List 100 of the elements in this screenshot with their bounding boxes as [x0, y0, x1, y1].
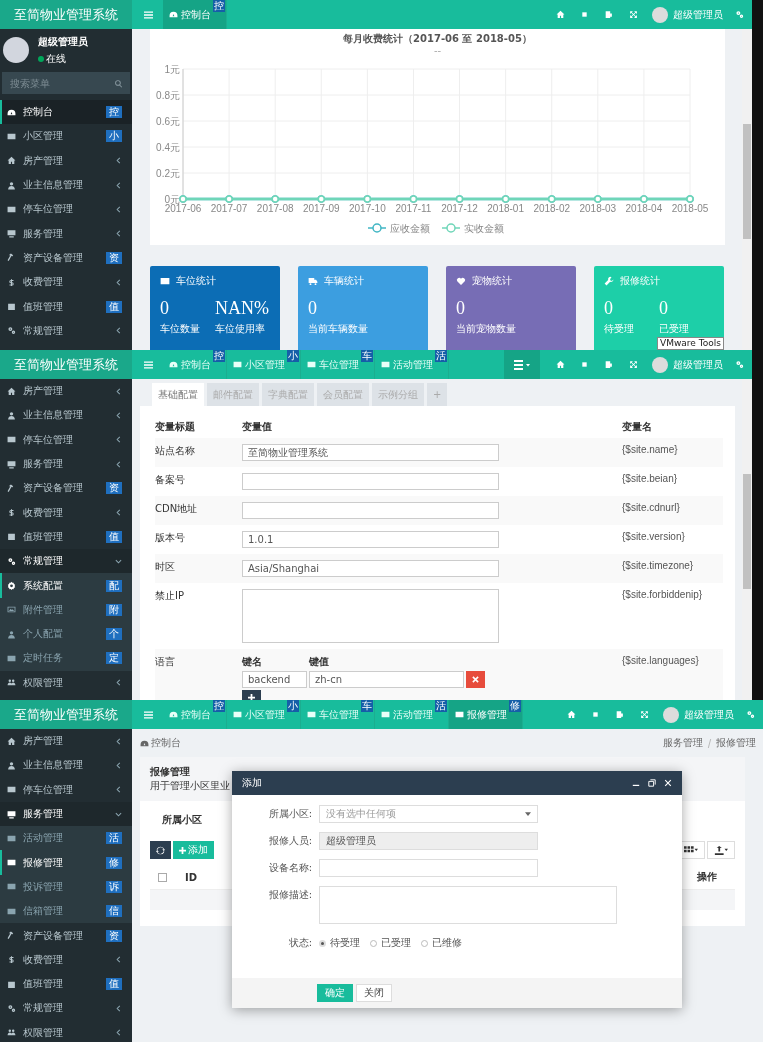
menu-item[interactable]: 值班管理 值 [0, 524, 132, 550]
submenu-item[interactable]: 附件管理 附 [0, 597, 132, 622]
input-field[interactable]: Asia/Shanghai [242, 560, 499, 577]
menu-item[interactable]: 常规管理 [0, 996, 132, 1021]
radio-option[interactable]: 已受理 [370, 934, 411, 952]
menu-label: 权限管理 [23, 675, 64, 690]
stat-value: 0 [160, 298, 170, 318]
menu-label: 系统配置 [23, 578, 64, 593]
table-cell-text: {$site.name} [622, 443, 679, 457]
field-label: 报修人员: [267, 834, 313, 848]
filter-label: 所属小区 [162, 813, 202, 827]
submenu-item[interactable]: 个人配置 个 [0, 621, 132, 647]
menu-badge: 活 [106, 832, 122, 845]
nav-tab[interactable]: 报修管理 修 [449, 700, 523, 729]
input-field[interactable]: backend [242, 671, 307, 688]
menu-badge: 值 [106, 530, 122, 543]
menu-item[interactable]: 值班管理 值 [0, 294, 132, 319]
menu-label: 服务管理 [23, 226, 64, 241]
input-field[interactable]: 至简物业管理系统 [242, 444, 499, 461]
menu-item[interactable]: 常规管理 [0, 318, 132, 343]
page-title: 报修管理 [150, 765, 190, 779]
stat-label: 待受理 [604, 322, 635, 336]
stat-title: 报修统计 [620, 274, 660, 288]
stat-label: 车位使用率 [215, 322, 266, 336]
menu-label: 值班管理 [23, 977, 64, 992]
menu-item[interactable]: 业主信息管理 [0, 172, 132, 198]
menu-item[interactable]: 服务管理 [0, 451, 132, 477]
menu-label: 收费管理 [23, 275, 64, 290]
menu-label: 控制台 [23, 105, 54, 120]
menu-badge: 附 [106, 603, 122, 616]
menu-item[interactable]: 常规管理 [0, 549, 132, 574]
menu-item[interactable]: 服务管理 [0, 221, 132, 246]
column-header: 变量值 [242, 420, 273, 434]
axis-label: 0.6元 [156, 115, 180, 127]
column-header: 键名 [242, 655, 263, 669]
menu-item[interactable]: 控制台 控 [0, 100, 132, 125]
menu-label: 业主信息管理 [23, 408, 84, 423]
menu-label: 业主信息管理 [23, 178, 84, 193]
menu-item[interactable]: 收费管理 [0, 500, 132, 525]
menu-item[interactable]: 资产设备管理 资 [0, 476, 132, 501]
axis-label: 2017-11 [395, 203, 432, 214]
menu-item[interactable]: 资产设备管理 资 [0, 245, 132, 271]
menu-item[interactable]: 权限管理 [0, 670, 132, 695]
breadcrumb-link[interactable]: 报修管理 [716, 736, 756, 750]
menu-badge: 值 [106, 300, 122, 313]
submenu-item[interactable]: 信箱管理 信 [0, 899, 132, 924]
menu-label: 停车位管理 [23, 202, 74, 217]
menu-badge: 控 [106, 106, 122, 119]
axis-label: 0.2元 [156, 167, 180, 179]
menu-item[interactable]: 停车位管理 [0, 197, 132, 222]
menu-item[interactable]: 权限管理 [0, 1020, 132, 1042]
menu-item[interactable]: 房产管理 [0, 379, 132, 404]
menu-item[interactable]: 服务管理 [0, 801, 132, 827]
menu-label: 小区管理 [23, 129, 64, 144]
radio-option[interactable]: 已维修 [421, 934, 462, 952]
menu-item[interactable]: 收费管理 [0, 947, 132, 972]
submenu-item[interactable]: 投诉管理 诉 [0, 874, 132, 900]
radio-option[interactable]: 待受理 [319, 934, 360, 952]
table-cell-text: {$site.forbiddenip} [622, 588, 704, 602]
table-cell-text: {$site.beian} [622, 472, 679, 486]
stat-label: 已受理 [659, 322, 690, 336]
menu-label: 房产管理 [23, 734, 64, 749]
input-field[interactable]: zh-cn [309, 671, 464, 688]
menu-label: 投诉管理 [23, 879, 64, 894]
menu-item[interactable]: 停车位管理 [0, 427, 132, 452]
menu-item[interactable]: 业主信息管理 [0, 753, 132, 778]
stat-value: 0 [456, 298, 466, 318]
breadcrumb-link[interactable]: 服务管理 [663, 736, 703, 750]
nav-tab[interactable]: 控制台 控 [163, 0, 227, 29]
axis-label: 2018-01 [487, 203, 524, 214]
menu-label: 常规管理 [23, 1001, 64, 1016]
menu-badge: 资 [106, 482, 122, 495]
submenu-item[interactable]: 活动管理 活 [0, 826, 132, 851]
menu-item[interactable]: 业主信息管理 [0, 403, 132, 428]
menu-label: 常规管理 [23, 554, 64, 569]
menu-item[interactable]: 停车位管理 [0, 777, 132, 802]
dialog-title: 添加 [242, 776, 262, 790]
input-field[interactable]: 1.0.1 [242, 531, 499, 548]
stat-value: 0 [604, 298, 614, 318]
stat-value: 0 [659, 298, 669, 318]
menu-item[interactable]: 小区管理 小 [0, 124, 132, 149]
submenu-item[interactable]: 定时任务 定 [0, 646, 132, 671]
menu-item[interactable]: 值班管理 值 [0, 971, 132, 997]
column-header: 键值 [309, 655, 329, 669]
menu-label: 停车位管理 [23, 782, 74, 797]
menu-badge: 个 [106, 628, 122, 641]
breadcrumb-link[interactable]: 控制台 [140, 736, 181, 750]
axis-label: 1元 [164, 63, 180, 75]
column-header: 变量标题 [155, 420, 196, 434]
close-button[interactable]: 关闭 [356, 984, 392, 1002]
axis-label: 0.8元 [156, 89, 180, 101]
menu-label: 信箱管理 [23, 904, 64, 919]
config-tab[interactable]: 基础配置 [152, 383, 204, 406]
menu-item[interactable]: 房产管理 [0, 148, 132, 173]
menu-label: 服务管理 [23, 457, 64, 472]
menu-item[interactable]: 收费管理 [0, 270, 132, 295]
menu-item[interactable]: 资产设备管理 资 [0, 923, 132, 948]
table-cell-text: 备案号 [155, 473, 186, 487]
menu-item[interactable]: 房产管理 [0, 729, 132, 754]
tab-badge: 活 [435, 350, 447, 362]
